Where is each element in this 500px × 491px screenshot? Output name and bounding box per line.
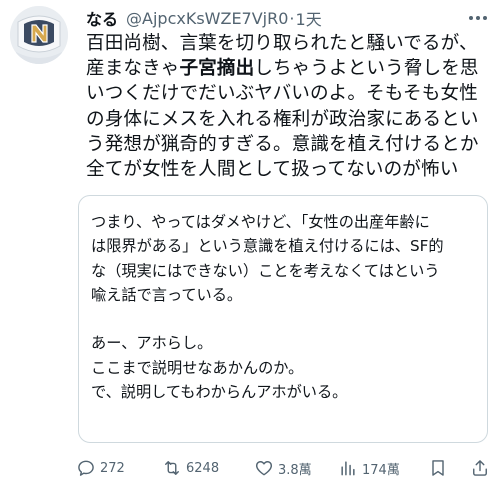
- tweet: なる @AjpcxKsWZE7VjR0 · 1天 百田尚樹、言葉を切り取られたと…: [0, 0, 500, 491]
- views-icon: [341, 461, 355, 476]
- quote-line: あー、アホらし。: [91, 334, 213, 353]
- timestamp[interactable]: 1天: [296, 6, 322, 30]
- tweet-line: 全てが女性を人間として扱ってないのが怖い: [86, 157, 494, 182]
- views-count: 174萬: [362, 462, 400, 478]
- reply-icon: [78, 460, 94, 476]
- heart-icon: [255, 461, 273, 476]
- quote-line: な（現実にはできない）ことを考えなくてはという: [91, 261, 440, 280]
- tweet-header: なる @AjpcxKsWZE7VjR0 · 1天: [86, 6, 322, 30]
- tweet-line: いつくだけでだいぶヤバいのよ。そもそも女性: [86, 81, 494, 106]
- quote-line: で、説明してもわからんアホがいる。: [91, 383, 348, 402]
- more-dots-icon[interactable]: [466, 8, 490, 28]
- display-name[interactable]: なる: [86, 6, 118, 30]
- separator-dot: ·: [289, 8, 295, 28]
- tweet-text-segment: いつくだけでだいぶヤバいのよ。そもそも女性: [86, 83, 478, 105]
- tweet-line: 産まなきゃ子宮摘出しちゃうよという脅しを思: [86, 56, 494, 81]
- avatar[interactable]: [10, 6, 68, 64]
- quote-line: 喩え話で言っている。: [91, 285, 243, 304]
- action-bar: 272 6248 3.8萬 174萬: [76, 454, 496, 482]
- retweet-count: 6248: [186, 460, 220, 476]
- tweet-line: う発想が猟奇的すぎる。意識を植え付けるとか: [86, 132, 494, 157]
- quote-line: [91, 307, 475, 331]
- views-button[interactable]: 174萬: [338, 458, 400, 478]
- share-button[interactable]: [470, 458, 490, 478]
- tweet-line: の身体にメスを入れる権利が政治家にあるとい: [86, 107, 494, 132]
- tweet-text-segment: 百田尚樹、言葉を切り取られたと騒いでるが、: [86, 33, 478, 54]
- share-icon: [473, 460, 487, 476]
- tweet-text-segment: 全てが女性を人間として扱ってないのが怖い: [86, 159, 459, 181]
- reply-button[interactable]: 272: [76, 458, 125, 478]
- user-handle[interactable]: @AjpcxKsWZE7VjR0: [126, 9, 288, 28]
- tweet-text-segment: しちゃうよという脅しを思: [254, 58, 479, 80]
- retweet-icon: [165, 461, 179, 475]
- tweet-text-segment: う発想が猟奇的すぎる。意識を植え付けるとか: [86, 133, 479, 155]
- tweet-text-segment: 産まなきゃ: [86, 58, 180, 80]
- avatar-image: [10, 6, 68, 64]
- tweet-text-segment: の身体にメスを入れる権利が政治家にあるとい: [86, 108, 479, 130]
- tweet-text-bold: 子宮摘出: [179, 58, 255, 80]
- like-count: 3.8萬: [278, 462, 312, 478]
- tweet-line: 百田尚樹、言葉を切り取られたと騒いでるが、: [86, 31, 494, 56]
- reply-count: 272: [100, 460, 125, 476]
- quote-line: つまり、やってはダメやけど、「女性の出産年齢に: [91, 213, 430, 231]
- tweet-text: 百田尚樹、言葉を切り取られたと騒いでるが、 産まなきゃ子宮摘出しちゃうよという脅…: [86, 31, 494, 182]
- like-button[interactable]: 3.8萬: [254, 458, 312, 478]
- quote-line: は限界がある」という意識を植え付けるには、SF的: [91, 237, 444, 256]
- bookmark-icon: [432, 460, 444, 476]
- retweet-button[interactable]: 6248: [162, 458, 219, 478]
- quote-line: ここまで説明せなあかんのか。: [91, 358, 304, 377]
- bookmark-button[interactable]: [428, 458, 448, 478]
- quoted-text-card[interactable]: つまり、やってはダメやけど、「女性の出産年齢に は限界がある」という意識を植え付…: [78, 195, 488, 443]
